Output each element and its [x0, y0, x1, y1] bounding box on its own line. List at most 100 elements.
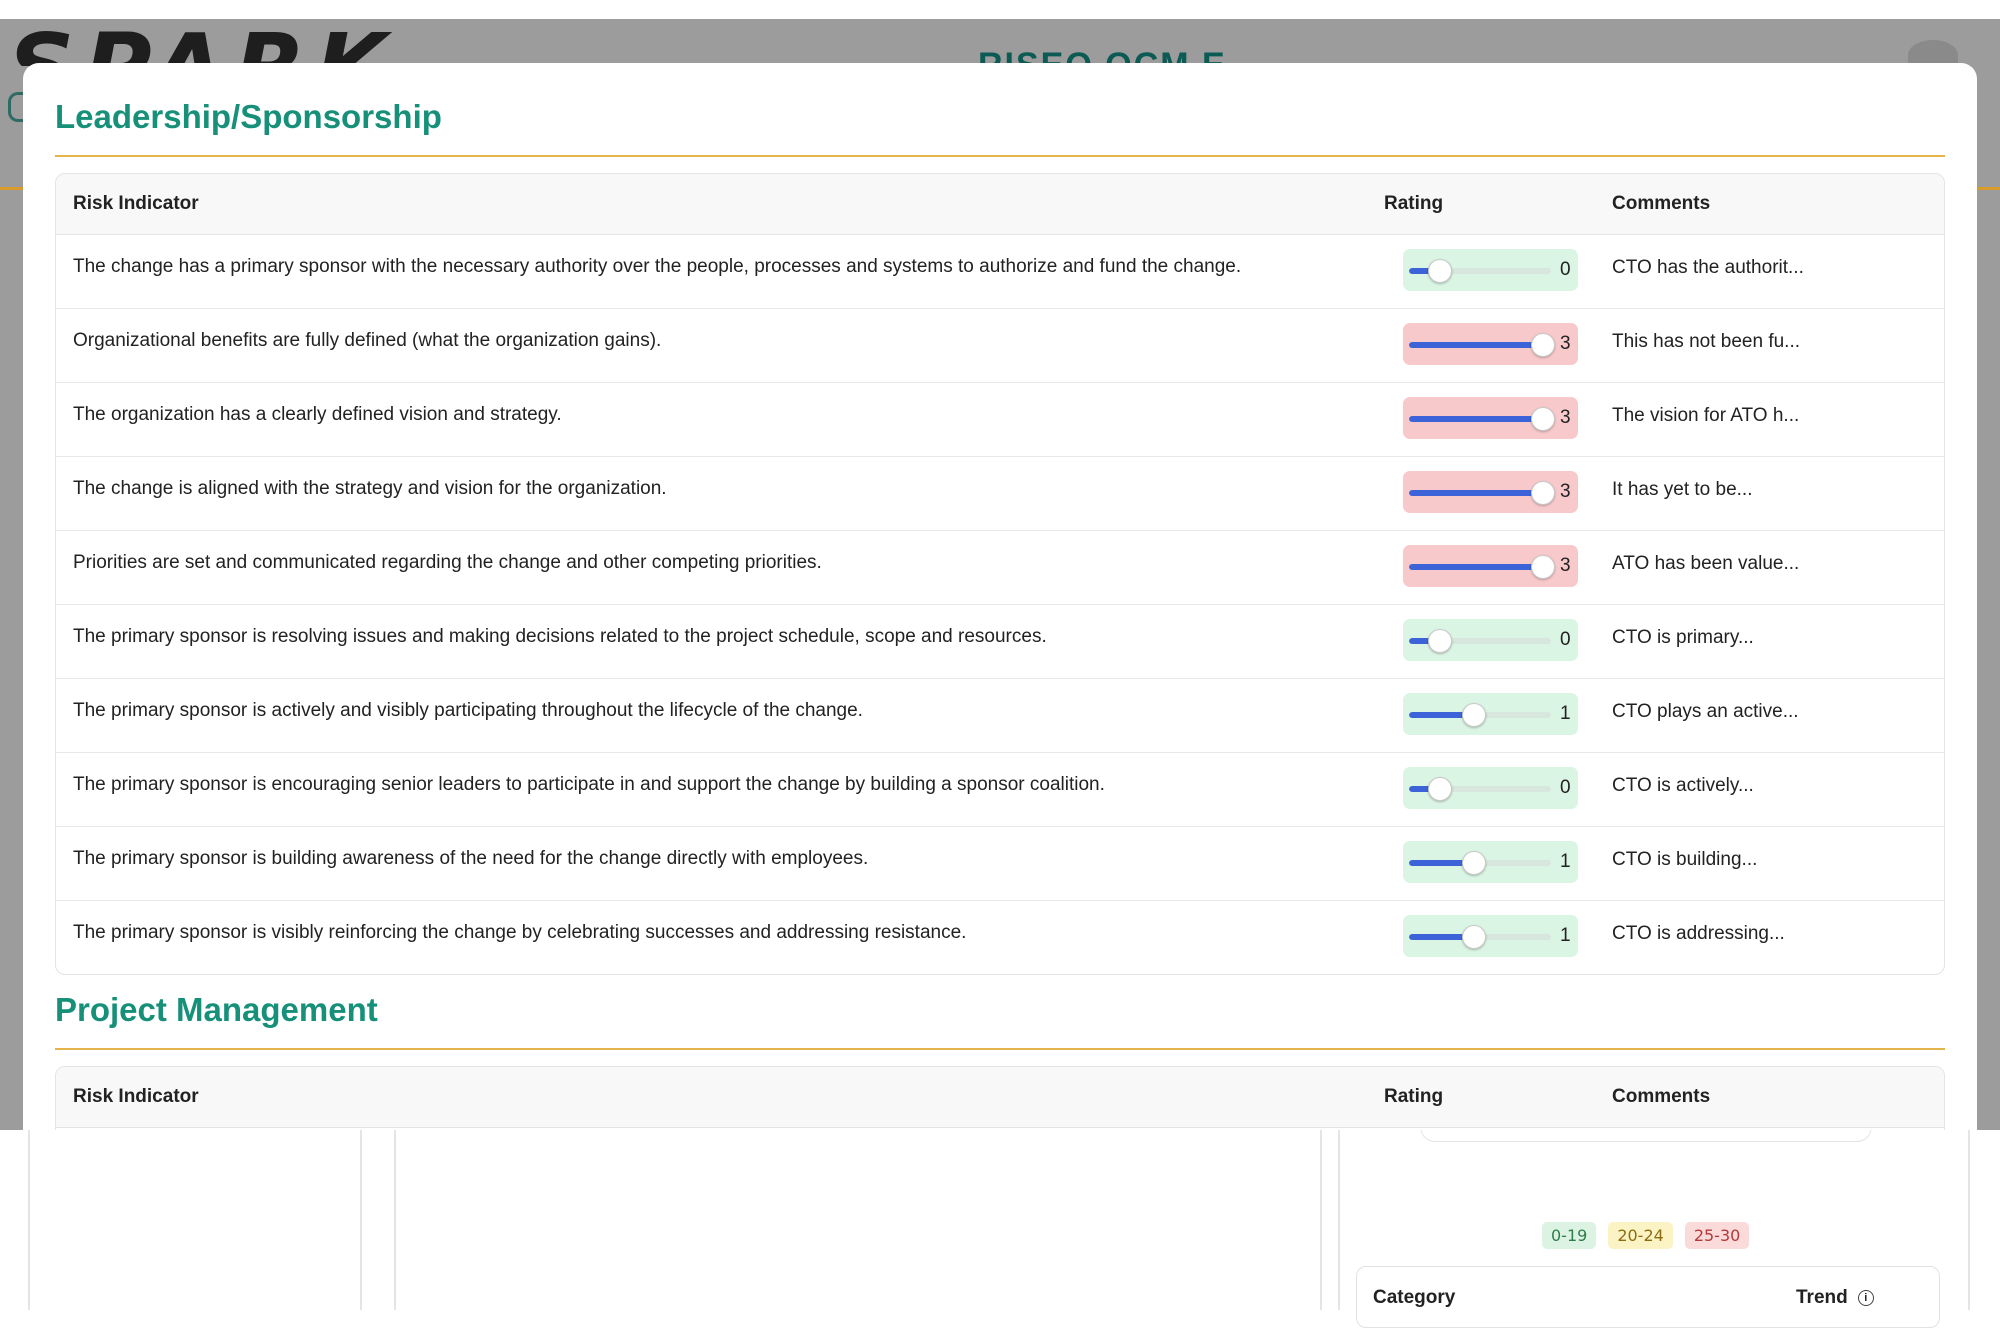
slider-thumb[interactable]: [1428, 259, 1452, 283]
rating-slider[interactable]: 3: [1403, 545, 1578, 587]
slider-thumb[interactable]: [1531, 555, 1555, 579]
slider-thumb[interactable]: [1531, 333, 1555, 357]
rating-value: 0: [1560, 259, 1571, 280]
slider-track[interactable]: [1409, 564, 1551, 570]
table-header: Risk Indicator Rating Comments: [56, 174, 1944, 235]
rating-value: 1: [1560, 851, 1571, 872]
table-row: The primary sponsor is visibly reinforci…: [56, 901, 1944, 974]
project-management-table: Risk Indicator Rating Comments: [55, 1066, 1945, 1130]
table-row: The change has a primary sponsor with th…: [56, 235, 1944, 309]
risk-indicator-text: The primary sponsor is encouraging senio…: [73, 774, 1105, 795]
risk-indicator-text: The change is aligned with the strategy …: [73, 478, 667, 499]
slider-thumb[interactable]: [1428, 629, 1452, 653]
comment-text[interactable]: This has not been fu...: [1612, 331, 1800, 354]
comment-text[interactable]: CTO is actively...: [1612, 775, 1754, 798]
comment-text[interactable]: It has yet to be...: [1612, 479, 1752, 502]
rating-slider[interactable]: 0: [1403, 619, 1578, 661]
leadership-table: Risk Indicator Rating Comments The chang…: [55, 173, 1945, 975]
risk-indicator-text: The primary sponsor is visibly reinforci…: [73, 922, 967, 943]
slider-thumb[interactable]: [1462, 703, 1487, 727]
rating-slider[interactable]: 3: [1403, 397, 1578, 439]
table-row: The primary sponsor is encouraging senio…: [56, 753, 1944, 827]
slider-thumb[interactable]: [1531, 481, 1555, 505]
risk-indicator-header: Risk Indicator: [73, 1086, 199, 1107]
category-header: Category: [1373, 1287, 1456, 1308]
legend-medium: 20-24: [1608, 1222, 1673, 1249]
slider-track[interactable]: [1409, 490, 1551, 496]
panel-border: [360, 1130, 362, 1310]
score-legend: 0-19 20-24 25-30: [1542, 1222, 1750, 1249]
table-body: The change has a primary sponsor with th…: [56, 235, 1944, 974]
comments-header: Comments: [1612, 1086, 1711, 1107]
header-divider-right: [1977, 187, 2000, 190]
slider-fill: [1409, 564, 1542, 570]
risk-indicator-text: The primary sponsor is building awarenes…: [73, 848, 869, 869]
rating-value: 1: [1560, 925, 1571, 946]
risk-indicator-text: The change has a primary sponsor with th…: [73, 256, 1242, 277]
risk-indicator-text: Priorities are set and communicated rega…: [73, 552, 822, 573]
section-rule: [55, 155, 1945, 157]
risk-indicator-text: The organization has a clearly defined v…: [73, 404, 562, 425]
rating-value: 3: [1560, 407, 1571, 428]
comment-text[interactable]: The vision for ATO h...: [1612, 405, 1799, 428]
header-divider-left: [0, 187, 23, 190]
trend-header-label: Trend: [1796, 1287, 1848, 1308]
browser-top-strip: [0, 0, 2000, 19]
section-rule: [55, 1048, 1945, 1050]
table-header: Risk Indicator Rating Comments: [56, 1067, 1944, 1128]
rating-slider[interactable]: 1: [1403, 693, 1578, 735]
rating-value: 3: [1560, 481, 1571, 502]
rating-value: 0: [1560, 777, 1571, 798]
slider-thumb[interactable]: [1531, 407, 1555, 431]
slider-thumb[interactable]: [1428, 777, 1452, 801]
rating-slider[interactable]: 1: [1403, 915, 1578, 957]
table-row: The primary sponsor is resolving issues …: [56, 605, 1944, 679]
rating-slider[interactable]: 3: [1403, 323, 1578, 365]
table-row: The primary sponsor is actively and visi…: [56, 679, 1944, 753]
app-logo: SPARK: [8, 22, 428, 66]
info-icon[interactable]: i: [1857, 1290, 1874, 1306]
table-row: The change is aligned with the strategy …: [56, 457, 1944, 531]
rating-slider[interactable]: 0: [1403, 249, 1578, 291]
panel-border: [1968, 1130, 1970, 1310]
slider-fill: [1409, 342, 1542, 348]
panel-border: [1338, 1130, 1340, 1310]
rating-header: Rating: [1384, 193, 1444, 214]
table-row: The organization has a clearly defined v…: [56, 383, 1944, 457]
slider-fill: [1409, 416, 1542, 422]
comment-text[interactable]: ATO has been value...: [1612, 553, 1799, 576]
rating-value: 0: [1560, 629, 1571, 650]
rating-value: 1: [1560, 703, 1571, 724]
comment-text[interactable]: CTO has the authorit...: [1612, 257, 1804, 280]
table-row: Organizational benefits are fully define…: [56, 309, 1944, 383]
risk-indicator-text: The primary sponsor is resolving issues …: [73, 626, 1047, 647]
slider-fill: [1409, 490, 1542, 496]
table-row: The primary sponsor is building awarenes…: [56, 827, 1944, 901]
risk-indicator-text: Organizational benefits are fully define…: [73, 330, 662, 351]
comments-header: Comments: [1612, 193, 1711, 214]
trend-header: Trend i: [1796, 1287, 1874, 1309]
panel-border: [394, 1130, 396, 1310]
section-title-leadership: Leadership/Sponsorship: [55, 98, 442, 135]
comment-text[interactable]: CTO is addressing...: [1612, 923, 1785, 946]
rating-slider[interactable]: 3: [1403, 471, 1578, 513]
panel-border: [1320, 1130, 1322, 1310]
slider-thumb[interactable]: [1462, 925, 1487, 949]
risk-indicator-header: Risk Indicator: [73, 193, 199, 214]
table-row: Priorities are set and communicated rega…: [56, 531, 1944, 605]
slider-thumb[interactable]: [1462, 851, 1487, 875]
slider-track[interactable]: [1409, 416, 1551, 422]
comment-text[interactable]: CTO is building...: [1612, 849, 1757, 872]
legend-high: 25-30: [1684, 1222, 1750, 1249]
rating-slider[interactable]: 1: [1403, 841, 1578, 883]
rating-value: 3: [1560, 333, 1571, 354]
slider-track[interactable]: [1409, 342, 1551, 348]
comment-text[interactable]: CTO plays an active...: [1612, 701, 1799, 724]
rating-slider[interactable]: 0: [1403, 767, 1578, 809]
comment-text[interactable]: CTO is primary...: [1612, 627, 1754, 650]
rating-header: Rating: [1384, 1086, 1444, 1107]
risk-indicator-text: The primary sponsor is actively and visi…: [73, 700, 863, 721]
risk-assessment-modal: Leadership/Sponsorship Risk Indicator Ra…: [23, 63, 1977, 1130]
section-title-project-management: Project Management: [55, 991, 378, 1028]
rating-value: 3: [1560, 555, 1571, 576]
